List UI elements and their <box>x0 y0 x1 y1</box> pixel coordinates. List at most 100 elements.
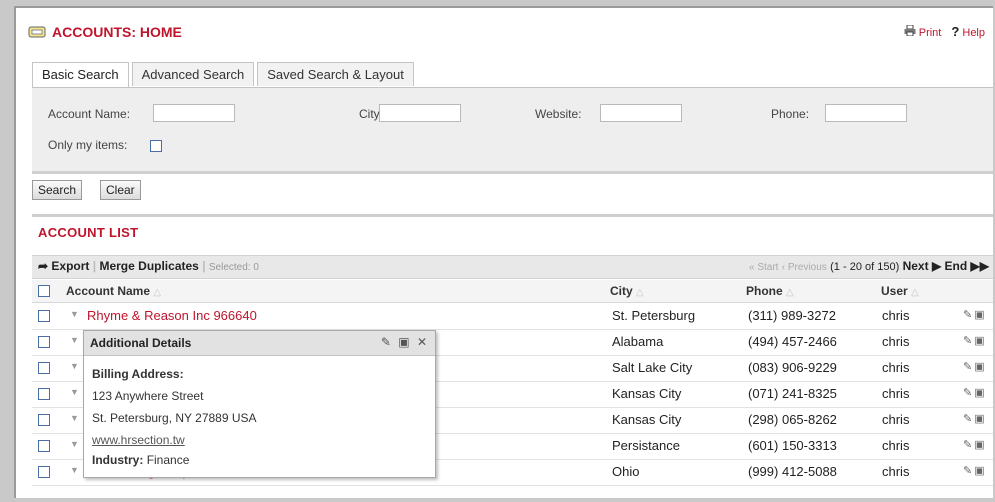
sort-icon: △ <box>153 287 162 298</box>
edit-icon[interactable]: ✎ <box>963 361 974 373</box>
edit-icon[interactable]: ✎ <box>963 465 974 477</box>
tab-basic-search[interactable]: Basic Search <box>32 62 129 88</box>
expand-icon[interactable]: ▼ <box>70 335 79 345</box>
edit-icon[interactable]: ✎ <box>381 335 393 349</box>
phone-cell: (601) 150-3313 <box>748 438 837 453</box>
view-icon[interactable]: ▣ <box>974 361 986 373</box>
expand-icon[interactable]: ▼ <box>70 309 79 319</box>
sort-icon: △ <box>911 287 919 298</box>
only-my-items-label: Only my items: <box>48 138 128 152</box>
view-icon[interactable]: ▣ <box>974 387 986 399</box>
pager-previous-button[interactable]: ‹ Previous <box>782 262 827 273</box>
industry-label: Industry: <box>92 453 144 467</box>
view-icon[interactable]: ▣ <box>974 335 986 347</box>
city-cell: Salt Lake City <box>612 360 693 375</box>
user-cell: chris <box>882 308 910 323</box>
search-tabs: Basic Search Advanced Search Saved Searc… <box>32 62 417 88</box>
edit-icon[interactable]: ✎ <box>963 413 974 425</box>
top-actions: Print ? Help <box>904 24 985 39</box>
phone-cell: (071) 241-8325 <box>748 386 837 401</box>
row-checkbox[interactable] <box>38 362 50 374</box>
pager-end-label: End <box>944 259 968 273</box>
row-checkbox[interactable] <box>38 388 50 400</box>
column-account-name[interactable]: Account Name △ <box>66 284 161 298</box>
only-my-items-checkbox[interactable] <box>150 140 162 152</box>
column-phone[interactable]: Phone △ <box>746 284 794 298</box>
phone-cell: (494) 457-2466 <box>748 334 837 349</box>
column-city-label: City <box>610 284 633 298</box>
clear-button[interactable]: Clear <box>100 180 141 200</box>
account-name-label: Account Name: <box>48 107 131 121</box>
row-checkbox[interactable] <box>38 336 50 348</box>
billing-address-label: Billing Address: <box>92 367 184 381</box>
row-checkbox[interactable] <box>38 310 50 322</box>
billing-city-line: St. Petersburg, NY 27889 USA <box>92 411 257 425</box>
edit-icon[interactable]: ✎ <box>963 439 974 451</box>
phone-input[interactable] <box>825 104 907 122</box>
pager-next-button[interactable]: Next ▶ <box>903 259 942 273</box>
merge-duplicates-button[interactable]: Merge Duplicates <box>99 259 198 273</box>
expand-icon[interactable]: ▼ <box>70 465 79 475</box>
export-button[interactable]: Export <box>51 259 89 273</box>
tab-advanced-search[interactable]: Advanced Search <box>131 62 255 86</box>
pager-end-button[interactable]: End ▶▶ <box>945 259 989 273</box>
column-account-name-label: Account Name <box>66 284 151 298</box>
phone-cell: (311) 989-3272 <box>748 308 836 323</box>
print-label: Print <box>918 26 942 39</box>
row-checkbox[interactable] <box>38 414 50 426</box>
pager-range: (1 - 20 of 150) <box>830 261 900 273</box>
account-name-link[interactable]: Rhyme & Reason Inc 966640 <box>87 308 257 323</box>
phone-cell: (083) 906-9229 <box>748 360 837 375</box>
help-label: Help <box>962 27 985 39</box>
phone-label: Phone: <box>771 107 810 121</box>
industry-value: Finance <box>146 453 190 467</box>
view-icon[interactable]: ▣ <box>974 413 986 425</box>
edit-icon[interactable]: ✎ <box>963 387 974 399</box>
selected-count: Selected: 0 <box>208 262 259 273</box>
account-name-input[interactable] <box>153 104 235 122</box>
print-link[interactable]: Print <box>904 24 942 39</box>
city-cell: Alabama <box>612 334 664 349</box>
edit-icon[interactable]: ✎ <box>963 309 974 321</box>
close-icon[interactable]: ✕ <box>417 335 429 349</box>
user-cell: chris <box>882 360 910 375</box>
pager-start-label: Start <box>757 262 779 273</box>
export-icon: ➦ <box>38 259 49 273</box>
column-user[interactable]: User △ <box>881 284 919 298</box>
user-cell: chris <box>882 334 910 349</box>
column-city[interactable]: City △ <box>610 284 644 298</box>
search-button[interactable]: Search <box>32 180 83 200</box>
city-cell: Kansas City <box>612 386 682 401</box>
account-list-title: ACCOUNT LIST <box>38 225 139 240</box>
pager-start-button[interactable]: « Start <box>749 262 778 273</box>
view-icon[interactable]: ▣ <box>974 309 986 321</box>
view-icon[interactable]: ▣ <box>974 465 986 477</box>
view-icon[interactable]: ▣ <box>974 439 986 451</box>
table-row[interactable]: ▼ Rhyme & Reason Inc 966640 St. Petersburg… <box>32 303 993 330</box>
column-phone-label: Phone <box>746 284 783 298</box>
expand-icon[interactable]: ▼ <box>70 439 79 449</box>
user-cell: chris <box>882 412 910 427</box>
website-link[interactable]: www.hrsection.tw <box>92 433 185 447</box>
additional-details-popup: Additional Details ✎ ▣ ✕ Billing Address… <box>83 330 436 478</box>
expand-icon[interactable]: ▼ <box>70 361 79 371</box>
select-all-checkbox[interactable] <box>38 285 50 297</box>
city-cell: Kansas City <box>612 412 682 427</box>
row-checkbox[interactable] <box>38 440 50 452</box>
tab-saved-search-layout[interactable]: Saved Search & Layout <box>257 62 414 86</box>
expand-icon[interactable]: ▼ <box>70 387 79 397</box>
column-user-label: User <box>881 284 908 298</box>
page-title: ACCOUNTS: HOME <box>52 24 182 40</box>
row-checkbox[interactable] <box>38 466 50 478</box>
edit-icon[interactable]: ✎ <box>963 335 974 347</box>
user-cell: chris <box>882 464 910 479</box>
expand-icon[interactable]: ▼ <box>70 413 79 423</box>
website-input[interactable] <box>600 104 682 122</box>
city-input[interactable] <box>379 104 461 122</box>
page-header: ACCOUNTS: HOME <box>28 22 182 42</box>
table-header: Account Name △ City △ Phone △ User △ <box>32 280 993 303</box>
user-cell: chris <box>882 386 910 401</box>
view-icon[interactable]: ▣ <box>398 335 411 349</box>
app-frame: ACCOUNTS: HOME Print ? Help Basic Search… <box>14 6 993 498</box>
help-link[interactable]: ? Help <box>951 24 985 39</box>
